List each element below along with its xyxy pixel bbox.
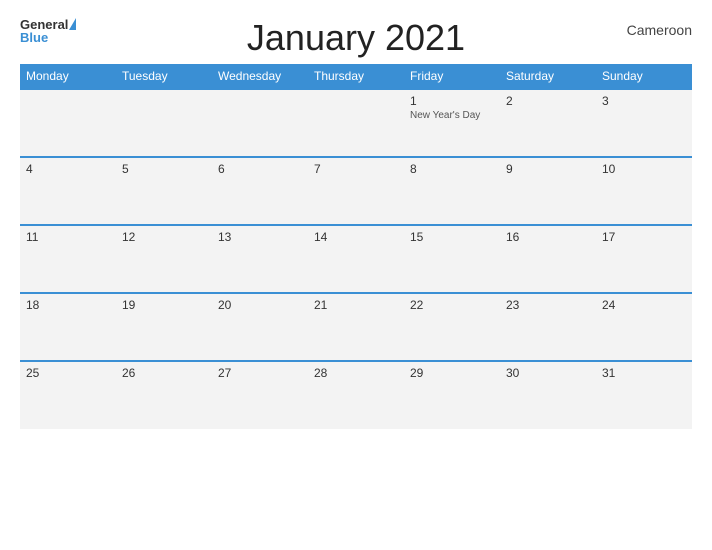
day-number: 6 — [218, 162, 302, 176]
weekday-header-monday: Monday — [20, 64, 116, 89]
weekday-header-sunday: Sunday — [596, 64, 692, 89]
calendar-cell: 15 — [404, 225, 500, 293]
calendar-title: January 2021 — [100, 18, 612, 58]
calendar-cell: 10 — [596, 157, 692, 225]
calendar-cell: 29 — [404, 361, 500, 429]
calendar-cell: 3 — [596, 89, 692, 157]
calendar-cell: 2 — [500, 89, 596, 157]
calendar-cell: 25 — [20, 361, 116, 429]
calendar-cell: 31 — [596, 361, 692, 429]
calendar-cell: 12 — [116, 225, 212, 293]
calendar-cell: 30 — [500, 361, 596, 429]
calendar-cell: 4 — [20, 157, 116, 225]
day-number: 3 — [602, 94, 686, 108]
day-number: 20 — [218, 298, 302, 312]
calendar-cell: 6 — [212, 157, 308, 225]
calendar-cell: 28 — [308, 361, 404, 429]
day-number: 11 — [26, 230, 110, 244]
calendar-cell: 13 — [212, 225, 308, 293]
header: General Blue January 2021 Cameroon — [20, 18, 692, 58]
calendar-cell: 27 — [212, 361, 308, 429]
calendar-cell: 20 — [212, 293, 308, 361]
day-number: 12 — [122, 230, 206, 244]
week-row-3: 11 12 13 14 15 16 17 — [20, 225, 692, 293]
calendar-cell: 8 — [404, 157, 500, 225]
calendar-cell: 17 — [596, 225, 692, 293]
calendar-cell: 16 — [500, 225, 596, 293]
day-number: 30 — [506, 366, 590, 380]
day-number: 5 — [122, 162, 206, 176]
calendar-table: MondayTuesdayWednesdayThursdayFridaySatu… — [20, 64, 692, 429]
day-number: 15 — [410, 230, 494, 244]
day-number: 13 — [218, 230, 302, 244]
day-number: 24 — [602, 298, 686, 312]
day-number: 28 — [314, 366, 398, 380]
calendar-cell: 9 — [500, 157, 596, 225]
calendar-cell: 18 — [20, 293, 116, 361]
calendar-cell: 23 — [500, 293, 596, 361]
day-number: 8 — [410, 162, 494, 176]
day-number: 29 — [410, 366, 494, 380]
day-number: 10 — [602, 162, 686, 176]
day-number: 27 — [218, 366, 302, 380]
calendar-cell: 1 New Year's Day — [404, 89, 500, 157]
day-number: 9 — [506, 162, 590, 176]
logo-triangle-icon — [69, 18, 76, 30]
week-row-4: 18 19 20 21 22 23 24 — [20, 293, 692, 361]
weekday-header-saturday: Saturday — [500, 64, 596, 89]
day-number: 4 — [26, 162, 110, 176]
weekday-header-wednesday: Wednesday — [212, 64, 308, 89]
calendar-cell — [116, 89, 212, 157]
calendar-cell: 7 — [308, 157, 404, 225]
day-number: 14 — [314, 230, 398, 244]
week-row-1: 1 New Year's Day 23 — [20, 89, 692, 157]
calendar-page: General Blue January 2021 Cameroon Monda… — [0, 0, 712, 550]
day-number: 26 — [122, 366, 206, 380]
week-row-2: 456789 10 — [20, 157, 692, 225]
holiday-label: New Year's Day — [410, 110, 494, 122]
day-number: 2 — [506, 94, 590, 108]
calendar-cell: 26 — [116, 361, 212, 429]
calendar-cell — [212, 89, 308, 157]
day-number: 16 — [506, 230, 590, 244]
day-number: 25 — [26, 366, 110, 380]
day-number: 7 — [314, 162, 398, 176]
weekday-header-row: MondayTuesdayWednesdayThursdayFridaySatu… — [20, 64, 692, 89]
day-number: 1 — [410, 94, 494, 108]
week-row-5: 25 26 27 28 29 30 31 — [20, 361, 692, 429]
day-number: 18 — [26, 298, 110, 312]
calendar-cell: 5 — [116, 157, 212, 225]
calendar-cell — [20, 89, 116, 157]
day-number: 23 — [506, 298, 590, 312]
weekday-header-friday: Friday — [404, 64, 500, 89]
day-number: 19 — [122, 298, 206, 312]
day-number: 21 — [314, 298, 398, 312]
day-number: 22 — [410, 298, 494, 312]
calendar-cell: 11 — [20, 225, 116, 293]
calendar-cell: 24 — [596, 293, 692, 361]
day-number: 17 — [602, 230, 686, 244]
weekday-header-tuesday: Tuesday — [116, 64, 212, 89]
calendar-cell — [308, 89, 404, 157]
country-label: Cameroon — [612, 22, 692, 38]
calendar-cell: 21 — [308, 293, 404, 361]
day-number: 31 — [602, 366, 686, 380]
logo: General Blue — [20, 18, 100, 44]
title-area: January 2021 — [100, 18, 612, 58]
logo-blue: Blue — [20, 31, 48, 44]
weekday-header-thursday: Thursday — [308, 64, 404, 89]
calendar-cell: 19 — [116, 293, 212, 361]
calendar-cell: 22 — [404, 293, 500, 361]
calendar-cell: 14 — [308, 225, 404, 293]
